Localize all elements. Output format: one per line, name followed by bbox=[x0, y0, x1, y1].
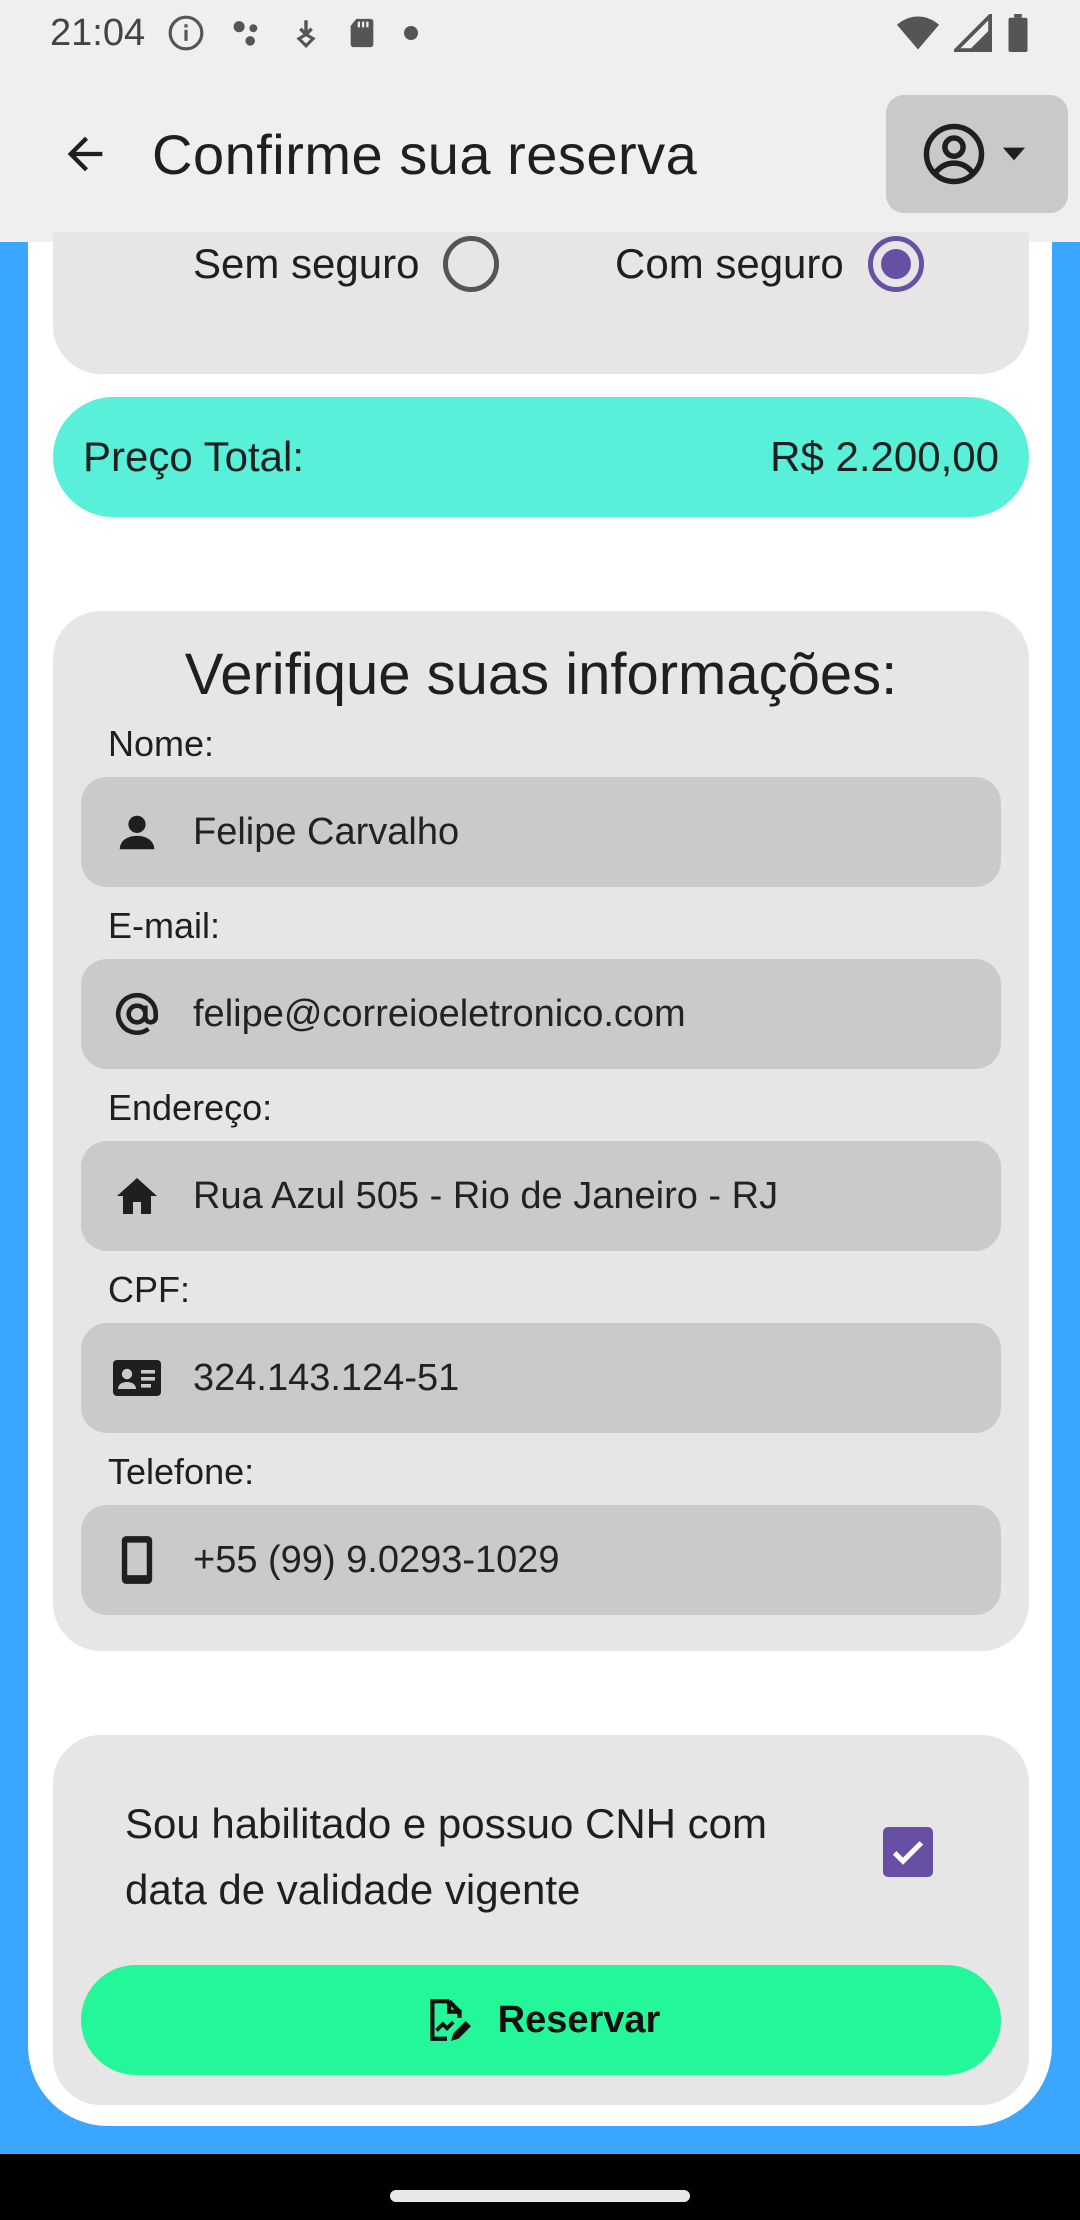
info-icon bbox=[167, 14, 205, 52]
phone-field[interactable]: +55 (99) 9.0293-1029 bbox=[81, 1505, 1001, 1615]
insurance-option-label: Com seguro bbox=[615, 240, 844, 287]
cpf-field[interactable]: 324.143.124-51 bbox=[81, 1323, 1001, 1433]
cnh-checkbox[interactable] bbox=[883, 1827, 933, 1877]
confirm-panel: Sou habilitado e possuo CNH com data de … bbox=[53, 1735, 1029, 2105]
address-value: Rua Azul 505 - Rio de Janeiro - RJ bbox=[193, 1174, 779, 1217]
name-field[interactable]: Felipe Carvalho bbox=[81, 777, 1001, 887]
download-icon bbox=[289, 14, 323, 52]
name-label: Nome: bbox=[108, 723, 215, 764]
battery-icon bbox=[1006, 14, 1030, 52]
cnh-confirmation-text: Sou habilitado e possuo CNH com data de … bbox=[125, 1800, 768, 1913]
insurance-option-none[interactable]: Sem seguro bbox=[193, 236, 500, 292]
email-label: E-mail: bbox=[108, 905, 221, 946]
cpf-label: CPF: bbox=[108, 1269, 191, 1310]
system-nav-bar bbox=[0, 2154, 1080, 2220]
check-icon bbox=[892, 1841, 924, 1865]
chevron-down-icon bbox=[1002, 147, 1026, 161]
account-menu-button[interactable] bbox=[886, 95, 1068, 213]
total-price-bar: Preço Total: R$ 2.200,00 bbox=[53, 397, 1029, 517]
info-title: Verifique suas informações: bbox=[184, 642, 898, 707]
insurance-option-label: Sem seguro bbox=[193, 240, 420, 287]
home-gesture-handle[interactable] bbox=[390, 2190, 690, 2202]
email-field[interactable]: felipe@correioeletronico.com bbox=[81, 959, 1001, 1069]
address-label: Endereço: bbox=[108, 1087, 273, 1128]
back-button[interactable] bbox=[40, 109, 130, 199]
person-icon bbox=[111, 806, 163, 858]
app-bar: Confirme sua reserva bbox=[0, 66, 1080, 242]
reservation-sheet: Sem seguro Com seguro Preço Total: R$ 2.… bbox=[28, 232, 1052, 2126]
status-bar: 21:04 bbox=[0, 0, 1080, 66]
account-circle-icon bbox=[923, 123, 985, 185]
id-card-icon bbox=[111, 1352, 163, 1404]
signal-icon bbox=[954, 14, 992, 52]
status-time: 21:04 bbox=[50, 11, 146, 54]
sd-card-icon bbox=[345, 14, 379, 52]
assistant-dots-icon bbox=[227, 14, 267, 52]
insurance-option-with[interactable]: Com seguro bbox=[615, 236, 924, 292]
name-value: Felipe Carvalho bbox=[193, 810, 460, 853]
phone-value: +55 (99) 9.0293-1029 bbox=[193, 1538, 560, 1581]
address-field[interactable]: Rua Azul 505 - Rio de Janeiro - RJ bbox=[81, 1141, 1001, 1251]
phone-icon bbox=[111, 1534, 163, 1586]
phone-label: Telefone: bbox=[108, 1451, 255, 1492]
home-icon bbox=[111, 1170, 163, 1222]
radio-sem-seguro[interactable] bbox=[443, 236, 500, 292]
reserve-button[interactable]: Reservar bbox=[81, 1965, 1001, 2075]
total-price-value: R$ 2.200,00 bbox=[770, 433, 999, 480]
user-info-panel: Verifique suas informações: Nome: Felipe… bbox=[53, 611, 1029, 1651]
dot-icon bbox=[401, 23, 421, 43]
reserve-label: Reservar bbox=[497, 1998, 661, 2041]
email-value: felipe@correioeletronico.com bbox=[193, 992, 686, 1035]
at-sign-icon bbox=[111, 988, 163, 1040]
radio-com-seguro[interactable] bbox=[867, 236, 924, 292]
edit-document-icon bbox=[429, 1999, 471, 2041]
page-title: Confirme sua reserva bbox=[152, 122, 698, 186]
total-price-label: Preço Total: bbox=[83, 433, 305, 480]
insurance-panel: Sem seguro Com seguro bbox=[53, 232, 1029, 374]
cpf-value: 324.143.124-51 bbox=[193, 1356, 460, 1399]
arrow-back-icon bbox=[67, 136, 103, 172]
wifi-icon bbox=[896, 14, 940, 52]
